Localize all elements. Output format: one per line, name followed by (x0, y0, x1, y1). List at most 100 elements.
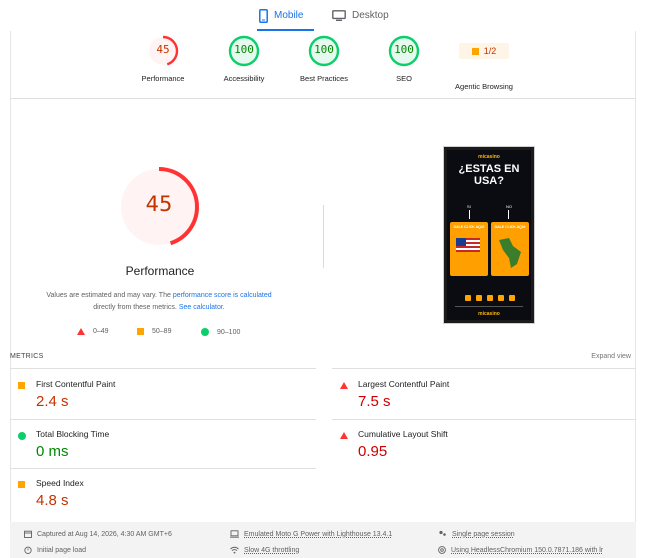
category-score: 100 (394, 43, 414, 56)
timer-icon (24, 546, 32, 554)
performance-note: Values are estimated and may vary. The p… (25, 290, 293, 314)
people-icon (439, 530, 446, 536)
card-latam: DALE CLICK AQUI (491, 222, 529, 276)
metric-name: Largest Contentful Paint (358, 379, 450, 389)
category-label: Best Practices (300, 74, 348, 83)
category-agentic-browsing[interactable]: 1/2 Agentic Browsing (444, 35, 524, 91)
social-icon (476, 295, 482, 301)
metric-divider (10, 468, 316, 469)
circle-icon (18, 432, 26, 440)
metric-value: 2.4 s (36, 393, 69, 410)
performance-gauge: 45 (117, 165, 201, 249)
screenshot-content: micasino ¿ESTAS EN USA? SI NO DALE CLICK… (447, 150, 531, 320)
category-score: 45 (156, 43, 170, 56)
category-label: SEO (396, 74, 412, 83)
circle-icon (201, 328, 209, 336)
device-tabs: Mobile Desktop (0, 0, 646, 31)
device-setting[interactable]: Emulated Moto G Power with Lighthouse 13… (230, 530, 392, 538)
screenshot-logo: micasino (478, 154, 500, 160)
category-performance[interactable]: 45 Performance (123, 35, 203, 83)
score-calculated-link[interactable]: performance score is calculated (173, 292, 272, 299)
legend-fail: 0–49 (77, 328, 109, 335)
map-icon (499, 238, 521, 268)
triangle-icon (340, 382, 348, 389)
captured-at: Captured at Aug 14, 2026, 4:30 AM GMT+6 (24, 530, 172, 538)
screenshot-footer-logo: micasino (478, 311, 500, 317)
metric-name: Total Blocking Time (36, 429, 110, 439)
square-icon (18, 382, 25, 389)
chrome-icon (438, 546, 446, 554)
browser-text: Using HeadlessChromium 150.0.7871.186 wi… (451, 546, 604, 554)
usa-flag-icon (456, 238, 480, 252)
card-caption: DALE CLICK AQUI (494, 225, 526, 229)
tab-mobile[interactable]: Mobile (259, 0, 303, 31)
category-score: 100 (234, 43, 254, 56)
wifi-icon (230, 546, 239, 554)
vertical-divider (323, 205, 324, 268)
browser-setting[interactable]: Using HeadlessChromium 150.0.7871.186 wi… (438, 546, 603, 554)
performance-score: 45 (145, 192, 173, 216)
headline-line: ¿ESTAS EN (458, 163, 520, 175)
category-label: Accessibility (223, 74, 265, 83)
metric-name: Speed Index (36, 478, 84, 488)
metric-name: First Contentful Paint (36, 379, 116, 389)
throttling-setting[interactable]: Slow 4G throttling (230, 546, 299, 554)
legend-range: 0–49 (93, 328, 109, 335)
metric-value: 0 ms (36, 443, 69, 460)
legend-range: 90–100 (217, 328, 241, 336)
calendar-icon (24, 530, 32, 538)
arrow-line (508, 210, 509, 219)
metric-divider (10, 368, 316, 369)
social-icon (498, 295, 504, 301)
square-icon (18, 481, 25, 488)
social-icon (465, 295, 471, 301)
screenshot-headline: ¿ESTAS EN USA? (447, 163, 531, 187)
screenshot-divider (455, 306, 523, 307)
phone-icon (259, 8, 268, 23)
see-calculator-link[interactable]: See calculator. (179, 304, 225, 311)
social-icon (487, 295, 493, 301)
expand-view-toggle[interactable]: Expand view (591, 353, 631, 360)
social-icon (509, 295, 515, 301)
initial-load-text: Initial page load (37, 546, 87, 554)
category-label: Agentic Browsing (455, 82, 513, 91)
laptop-icon (230, 530, 239, 538)
headline-line: USA? (474, 175, 504, 187)
metric-value: 7.5 s (358, 393, 391, 410)
section-divider (10, 98, 636, 99)
runtime-settings: Captured at Aug 14, 2026, 4:30 AM GMT+6 … (10, 522, 636, 558)
tab-desktop-label: Desktop (352, 10, 389, 21)
tab-mobile-label: Mobile (274, 10, 304, 21)
square-icon (471, 47, 479, 55)
metrics-heading: METRICS (10, 353, 44, 360)
page-screenshot[interactable]: micasino ¿ESTAS EN USA? SI NO DALE CLICK… (443, 146, 535, 324)
note-text: Values are estimated and may vary. The (46, 292, 173, 299)
performance-title: Performance (125, 264, 195, 278)
session-setting[interactable]: Single page session (438, 530, 515, 538)
agentic-badge: 1/2 (459, 43, 509, 59)
choice-yes: SI (467, 204, 471, 209)
category-seo[interactable]: 100 SEO (364, 35, 444, 83)
legend-pass: 90–100 (201, 328, 240, 336)
captured-text: Captured at Aug 14, 2026, 4:30 AM GMT+6 (37, 530, 172, 538)
throttling-text: Slow 4G throttling (244, 546, 300, 554)
legend-average: 50–89 (137, 328, 171, 335)
device-text: Emulated Moto G Power with Lighthouse 13… (244, 530, 393, 538)
triangle-icon (340, 432, 348, 439)
legend-range: 50–89 (152, 328, 172, 335)
note-text: directly from these metrics. (93, 304, 179, 311)
metric-value: 0.95 (358, 443, 388, 460)
category-label: Performance (141, 74, 185, 83)
card-usa: DALE CLICK AQUI (450, 222, 488, 276)
tab-desktop[interactable]: Desktop (332, 0, 389, 31)
arrow-line (469, 210, 470, 219)
initial-load: Initial page load (24, 546, 86, 554)
session-text: Single page session (452, 530, 515, 538)
category-best-practices[interactable]: 100 Best Practices (284, 35, 364, 83)
choice-no: NO (506, 204, 512, 209)
metric-divider (332, 419, 636, 420)
metric-divider (10, 419, 316, 420)
metric-name: Cumulative Layout Shift (358, 429, 448, 439)
category-accessibility[interactable]: 100 Accessibility (204, 35, 284, 83)
category-score: 1/2 (483, 46, 497, 56)
